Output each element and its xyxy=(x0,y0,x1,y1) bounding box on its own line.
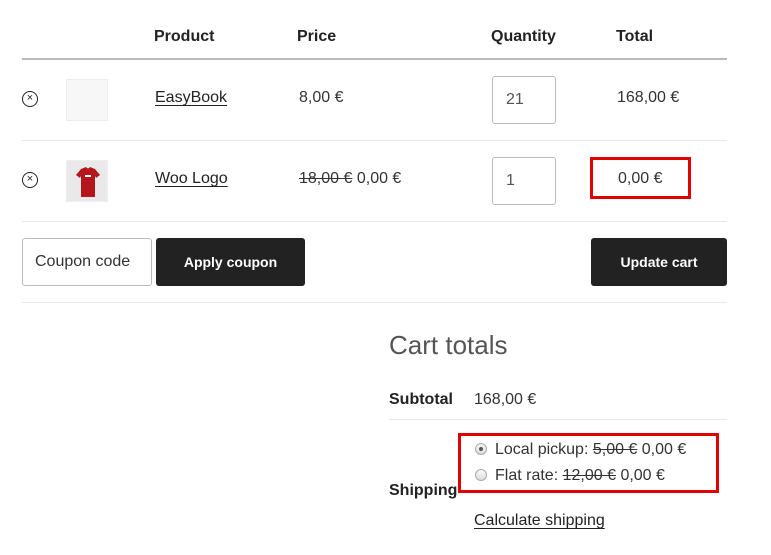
product-thumbnail-placeholder[interactable] xyxy=(66,79,108,121)
shipping-price: 0,00 € xyxy=(620,467,664,484)
product-thumbnail-tshirt[interactable] xyxy=(66,160,108,202)
subtotal-divider xyxy=(389,419,727,420)
header-divider xyxy=(22,58,727,60)
regular-price: 18,00 € xyxy=(299,170,352,187)
sale-price: 0,00 € xyxy=(357,170,401,187)
row-divider xyxy=(22,140,727,141)
line-total: 168,00 € xyxy=(617,89,679,107)
remove-item-icon[interactable]: × xyxy=(22,172,38,188)
shipping-price: 0,00 € xyxy=(642,441,686,458)
row-divider xyxy=(22,221,727,222)
quantity-input[interactable]: 1 xyxy=(492,157,556,205)
shipping-option-label: Flat rate: xyxy=(495,467,558,484)
product-price: 18,00 € 0,00 € xyxy=(299,170,401,188)
shipping-label: Shipping xyxy=(389,482,457,500)
shipping-option-label: Local pickup: xyxy=(495,441,588,458)
subtotal-label: Subtotal xyxy=(389,391,453,409)
header-price: Price xyxy=(297,28,336,46)
calculate-shipping-link[interactable]: Calculate shipping xyxy=(474,512,605,530)
remove-item-icon[interactable]: × xyxy=(22,91,38,107)
header-product: Product xyxy=(154,28,214,46)
shipping-old-price: 12,00 € xyxy=(563,467,616,484)
header-total: Total xyxy=(616,28,653,46)
coupon-code-input[interactable]: Coupon code xyxy=(22,238,152,286)
apply-coupon-button[interactable]: Apply coupon xyxy=(156,238,305,286)
shipping-radio-flat-rate[interactable] xyxy=(475,469,487,481)
line-total: 0,00 € xyxy=(618,170,662,188)
shipping-option-flat-rate[interactable]: Flat rate: 12,00 € 0,00 € xyxy=(495,467,665,485)
subtotal-value: 168,00 € xyxy=(474,391,536,409)
product-link[interactable]: EasyBook xyxy=(155,89,227,107)
update-cart-button[interactable]: Update cart xyxy=(591,238,727,286)
cart-totals-title: Cart totals xyxy=(389,330,508,361)
product-link[interactable]: Woo Logo xyxy=(155,170,228,188)
product-price: 8,00 € xyxy=(299,89,343,107)
tshirt-icon xyxy=(67,161,109,203)
quantity-input[interactable]: 21 xyxy=(492,76,556,124)
actions-divider xyxy=(22,302,727,303)
shipping-old-price: 5,00 € xyxy=(593,441,637,458)
header-quantity: Quantity xyxy=(491,28,556,46)
shipping-radio-local-pickup[interactable] xyxy=(475,443,487,455)
shipping-option-local-pickup[interactable]: Local pickup: 5,00 € 0,00 € xyxy=(495,441,686,459)
